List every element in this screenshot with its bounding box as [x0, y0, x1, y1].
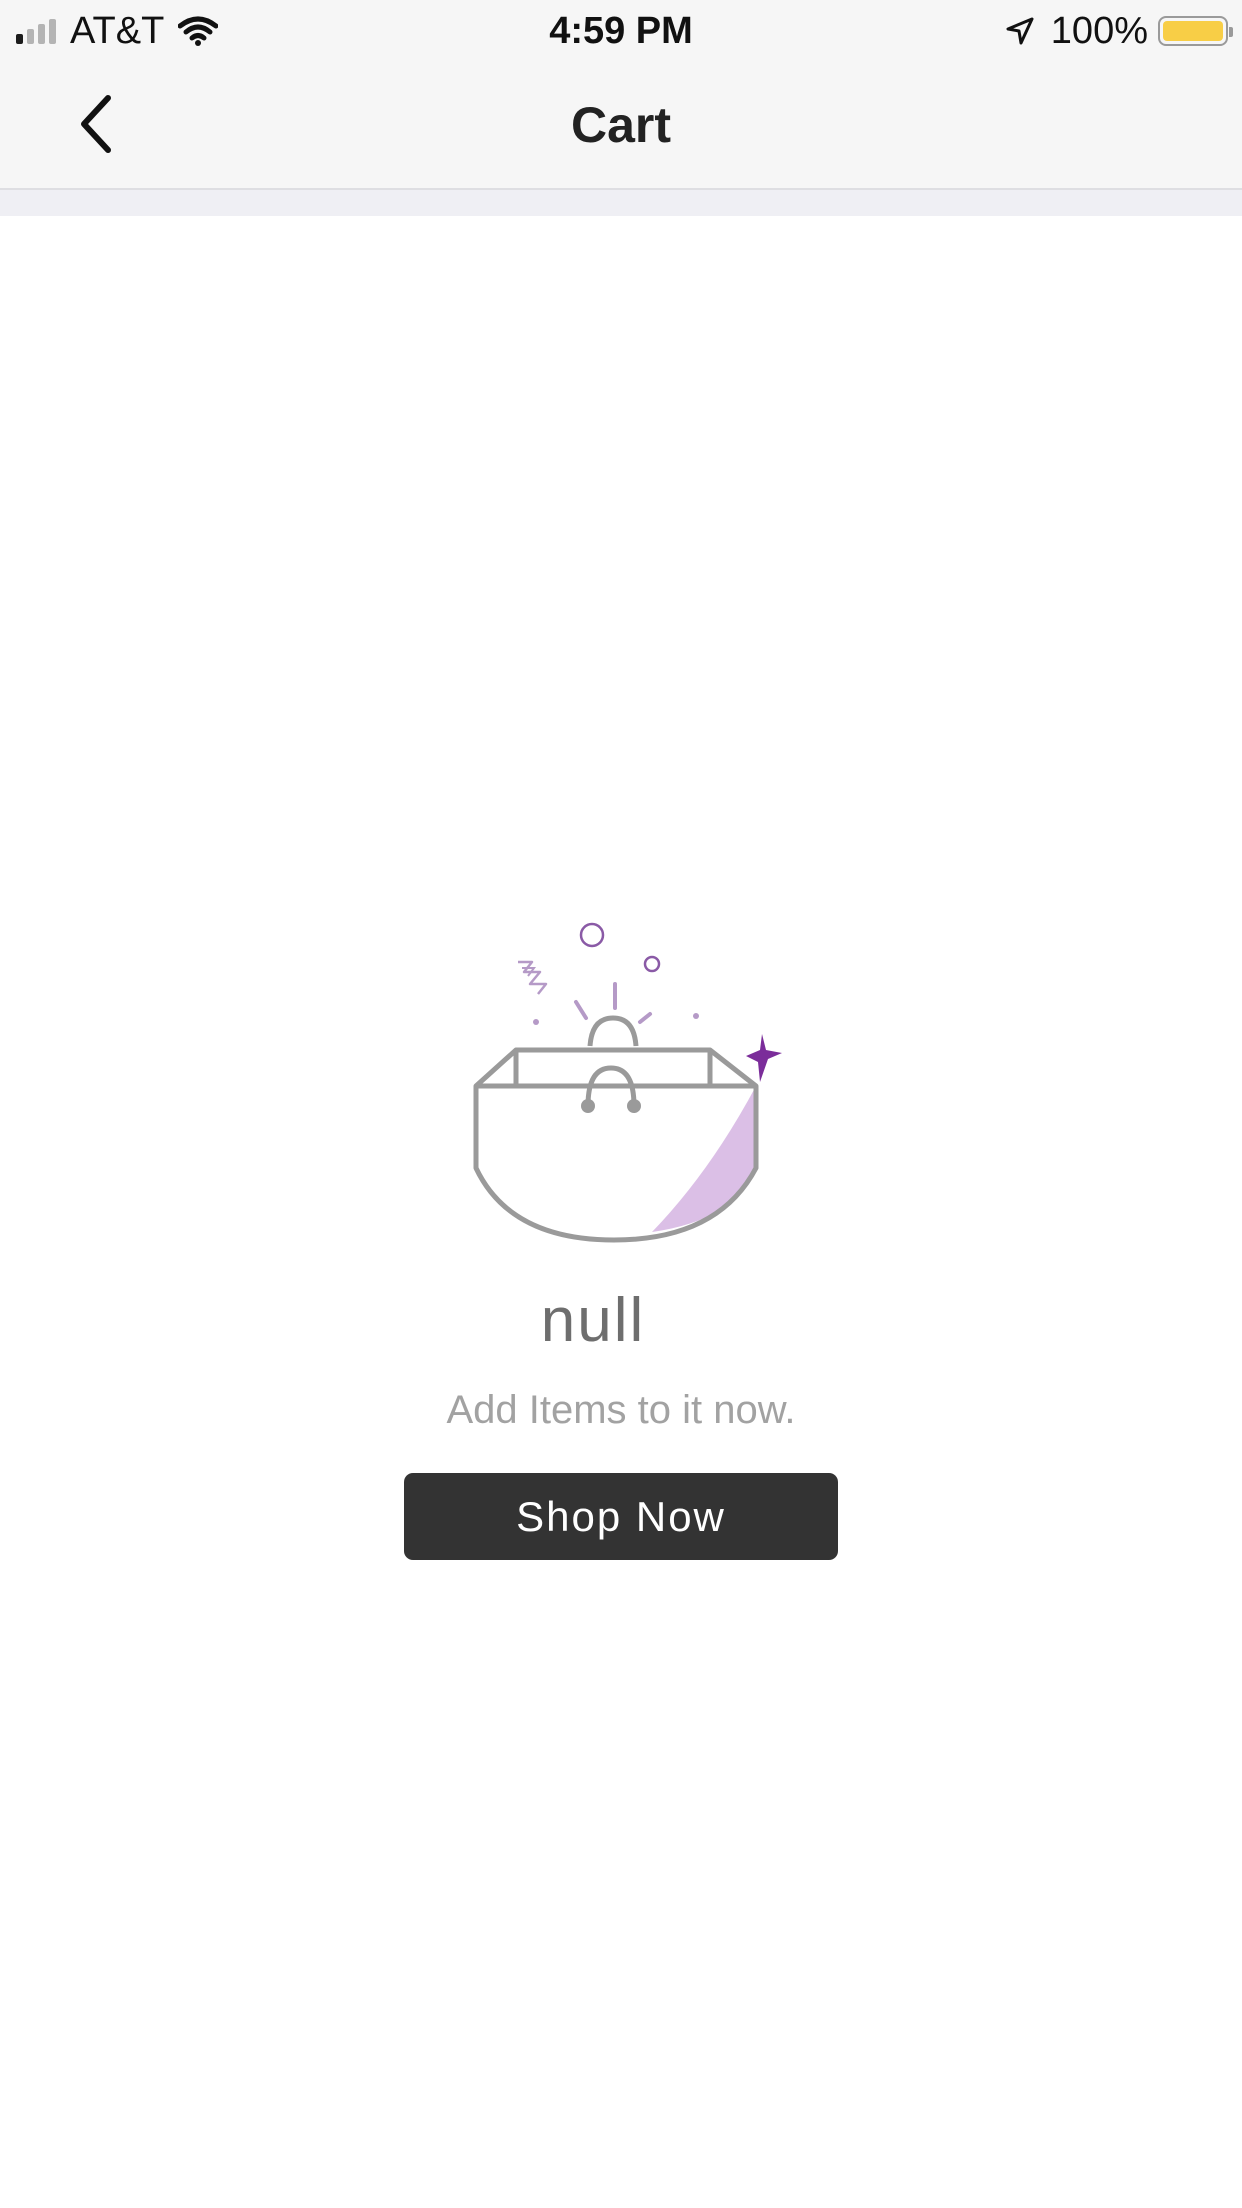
- battery-icon: [1158, 16, 1233, 46]
- empty-cart-title: null: [540, 1286, 646, 1355]
- shop-now-button[interactable]: Shop Now: [404, 1473, 838, 1560]
- page-title: Cart: [570, 97, 672, 153]
- back-button[interactable]: [56, 84, 136, 164]
- empty-shopping-bag-icon: [473, 922, 782, 1243]
- chevron-left-icon: [81, 95, 111, 153]
- status-right: 100%: [1005, 8, 1233, 54]
- empty-cart-subtitle: Add Items to it now.: [446, 1388, 796, 1432]
- location-arrow-icon: [1006, 17, 1034, 45]
- battery-percent: 100%: [1050, 9, 1148, 52]
- navigation-bar: Cart: [0, 62, 1242, 190]
- header-divider: [0, 190, 1242, 216]
- status-bar: AT&T 4:59 PM 100%: [0, 0, 1242, 62]
- cart-screen: AT&T 4:59 PM 100% Cart null Add Items to…: [0, 0, 1242, 2208]
